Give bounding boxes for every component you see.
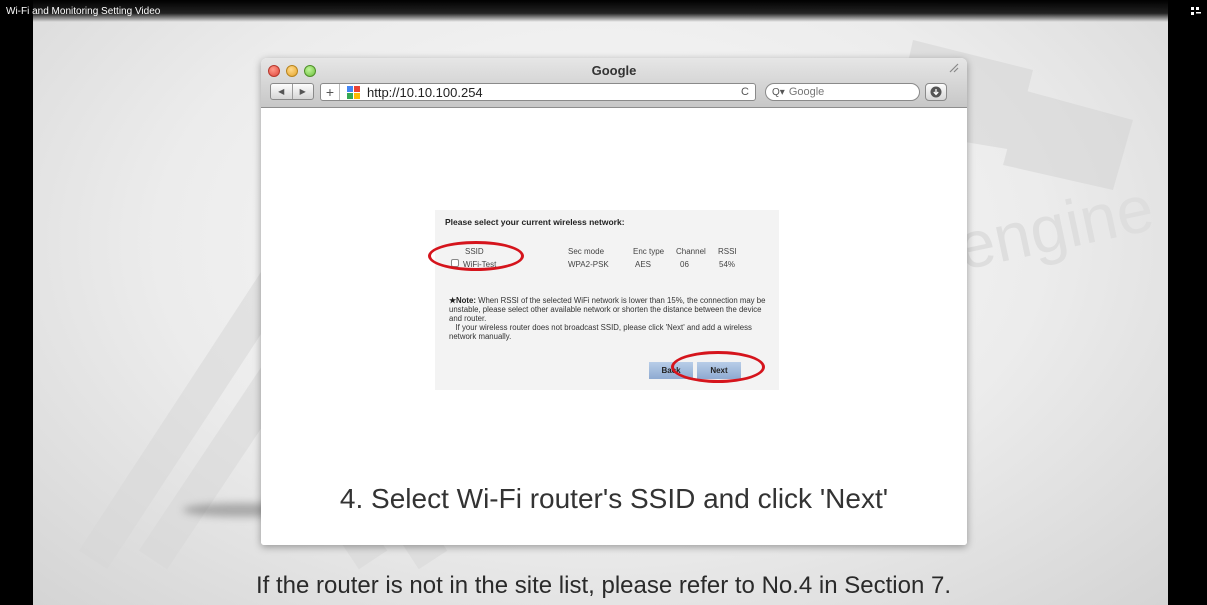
column-enc-type: Enc type xyxy=(633,247,665,256)
cell-rssi: 54% xyxy=(719,260,736,269)
address-bar[interactable]: + http://10.10.100.254 C xyxy=(320,83,756,101)
reload-icon[interactable]: C xyxy=(735,86,755,98)
column-rssi: RSSI xyxy=(718,247,737,256)
resize-icon[interactable] xyxy=(949,63,959,73)
cell-channel: 06 xyxy=(680,260,689,269)
column-channel: Channel xyxy=(676,247,706,256)
cell-enc-type: AES xyxy=(635,260,652,269)
video-title: Wi-Fi and Monitoring Setting Video xyxy=(6,6,161,17)
browser-window: Google ◀ ▶ + http://10.10.100.254 C Q▾ G… xyxy=(261,58,967,545)
video-frame: engine Google ◀ ▶ + http://10.10.100.254… xyxy=(33,0,1168,605)
back-arrow-icon[interactable]: ◀ xyxy=(271,84,292,99)
note-body: When RSSI of the selected WiFi network i… xyxy=(449,296,766,323)
next-highlight-ring xyxy=(671,351,765,383)
window-title: Google xyxy=(591,63,637,78)
url-text: http://10.10.100.254 xyxy=(367,84,483,100)
note-label: ★Note: xyxy=(449,296,476,305)
column-sec-mode: Sec mode xyxy=(568,247,605,256)
grid-icon[interactable] xyxy=(1191,7,1201,15)
note-body-2: If your wireless router does not broadca… xyxy=(449,323,752,341)
plus-icon[interactable]: + xyxy=(321,84,340,100)
panel-heading: Please select your current wireless netw… xyxy=(445,217,625,227)
watermark-text: engine xyxy=(951,170,1160,284)
video-subtitle: If the router is not in the site list, p… xyxy=(255,572,952,599)
video-top-bar xyxy=(0,0,1207,22)
download-icon[interactable] xyxy=(925,83,947,101)
search-placeholder: Google xyxy=(788,86,825,98)
cell-sec-mode: WPA2-PSK xyxy=(568,260,609,269)
forward-arrow-icon[interactable]: ▶ xyxy=(291,84,314,99)
favicon-icon xyxy=(347,85,360,99)
search-field[interactable]: Q▾ Google xyxy=(765,83,920,101)
network-select-panel: Please select your current wireless netw… xyxy=(428,210,779,390)
ssid-highlight-ring xyxy=(428,241,524,271)
nav-buttons: ◀ ▶ xyxy=(270,83,314,100)
note-text: ★Note: When RSSI of the selected WiFi ne… xyxy=(449,296,774,341)
search-icon: Q▾ xyxy=(772,86,785,98)
page-content: Please select your current wireless netw… xyxy=(261,108,967,545)
browser-toolbar: Google ◀ ▶ + http://10.10.100.254 C Q▾ G… xyxy=(261,58,967,108)
step-caption: 4. Select Wi-Fi router's SSID and click … xyxy=(339,483,889,514)
